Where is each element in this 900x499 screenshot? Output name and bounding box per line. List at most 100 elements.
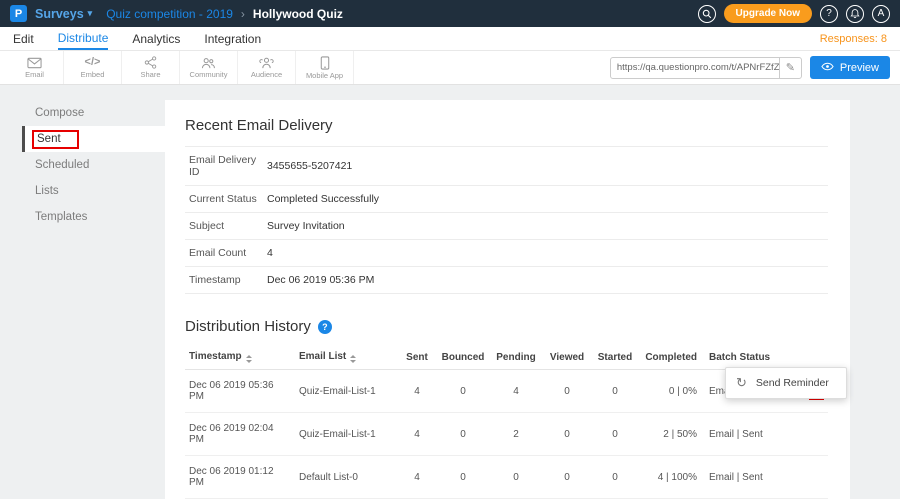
sidebar-item-lists[interactable]: Lists [22, 178, 165, 204]
breadcrumb-parent[interactable]: Quiz competition - 2019 [106, 7, 233, 21]
tool-audience-label: Audience [251, 70, 282, 79]
tool-audience[interactable]: Audience [238, 51, 296, 84]
recent-email-delivery-title: Recent Email Delivery [185, 117, 828, 134]
recent-email-delivery-title-text: Recent Email Delivery [185, 117, 333, 134]
delivery-row-id: Email Delivery ID 3455655-5207421 [185, 147, 828, 186]
sidebar-item-compose[interactable]: Compose [22, 100, 165, 126]
survey-url-group: https://qa.questionpro.com/t/APNrFZfZ' ✎… [610, 56, 894, 79]
delivery-label: Email Delivery ID [185, 147, 263, 186]
tool-embed-label: Embed [81, 70, 105, 79]
mobile-app-icon [320, 56, 330, 70]
delivery-value: Survey Invitation [263, 213, 828, 240]
row-context-menu: ↻ Send Reminder [725, 367, 847, 399]
embed-code-icon: </> [85, 56, 101, 69]
cell-sent: 4 [397, 413, 437, 456]
cell-completed: 4 | 100% [639, 456, 705, 499]
cell-sent: 4 [397, 370, 437, 413]
topbar: P Surveys ▾ Quiz competition - 2019 › Ho… [0, 0, 900, 27]
annotation-red-box-sent: Sent [32, 130, 79, 149]
delivery-detail-table: Email Delivery ID 3455655-5207421 Curren… [185, 146, 828, 294]
col-completed: Completed [639, 345, 705, 370]
col-spacer [777, 345, 805, 370]
tab-distribute[interactable]: Distribute [58, 27, 109, 50]
upgrade-now-button[interactable]: Upgrade Now [724, 4, 812, 23]
delivery-value: 4 [263, 240, 828, 267]
surveys-menu-label: Surveys [35, 7, 84, 21]
cell-spacer [777, 413, 805, 456]
sort-icon[interactable] [246, 355, 252, 363]
col-timestamp[interactable]: Timestamp [185, 345, 295, 370]
sidebar-item-templates[interactable]: Templates [22, 204, 165, 230]
tool-share-label: Share [140, 70, 160, 79]
col-email-list-label: Email List [299, 351, 346, 362]
tab-analytics[interactable]: Analytics [132, 27, 180, 50]
notifications-bell-icon[interactable] [846, 5, 864, 23]
history-help-icon[interactable]: ? [318, 320, 332, 334]
tool-embed[interactable]: </> Embed [64, 51, 122, 84]
sort-icon[interactable] [350, 355, 356, 363]
tool-share[interactable]: Share [122, 51, 180, 84]
col-viewed: Viewed [543, 345, 591, 370]
distribute-toolbar: Email </> Embed Share Community Audience… [0, 51, 900, 85]
cell-email-list: Quiz-Email-List-1 [295, 413, 397, 456]
help-icon[interactable]: ? [820, 5, 838, 23]
col-menu [805, 345, 828, 370]
avatar[interactable]: A [872, 5, 890, 23]
distribute-sidebar: Compose Sent Scheduled Lists Templates [22, 100, 165, 499]
cell-menu [805, 413, 828, 456]
search-icon[interactable] [698, 5, 716, 23]
help-glyph: ? [826, 8, 832, 19]
questionpro-logo-icon: P [10, 5, 27, 22]
section-tabs: Edit Distribute Analytics Integration Re… [0, 27, 900, 51]
survey-url-value[interactable]: https://qa.questionpro.com/t/APNrFZfZ' [611, 62, 779, 73]
sidebar-item-sent-label: Sent [37, 133, 61, 145]
delivery-value: 3455655-5207421 [263, 147, 828, 186]
col-email-list[interactable]: Email List [295, 345, 397, 370]
tool-community[interactable]: Community [180, 51, 238, 84]
responses-count[interactable]: Responses: 8 [820, 33, 887, 45]
sidebar-item-scheduled[interactable]: Scheduled [22, 152, 165, 178]
surveys-menu[interactable]: Surveys ▾ [35, 7, 92, 21]
preview-button-label: Preview [840, 62, 879, 74]
breadcrumb-current: Hollywood Quiz [253, 7, 343, 21]
cell-completed: 2 | 50% [639, 413, 705, 456]
history-row-2: Dec 06 2019 02:04 PM Quiz-Email-List-1 4… [185, 413, 828, 456]
cell-viewed: 0 [543, 413, 591, 456]
cell-started: 0 [591, 370, 639, 413]
cell-batch-status: Email | Sent [705, 413, 777, 456]
col-sent: Sent [397, 345, 437, 370]
cell-timestamp: Dec 06 2019 01:12 PM [185, 456, 295, 499]
share-icon [144, 56, 157, 69]
sidebar-item-sent[interactable]: Sent [22, 126, 165, 152]
logo-letter: P [15, 8, 22, 20]
preview-button[interactable]: Preview [810, 56, 890, 79]
col-bounced: Bounced [437, 345, 489, 370]
cell-pending: 4 [489, 370, 543, 413]
col-started: Started [591, 345, 639, 370]
col-batch-status: Batch Status [705, 345, 777, 370]
delivery-label: Email Count [185, 240, 263, 267]
delivery-row-count: Email Count 4 [185, 240, 828, 267]
delivery-label: Timestamp [185, 267, 263, 294]
edit-url-pencil-icon[interactable]: ✎ [779, 58, 801, 78]
cell-bounced: 0 [437, 413, 489, 456]
cell-bounced: 0 [437, 456, 489, 499]
survey-url-field[interactable]: https://qa.questionpro.com/t/APNrFZfZ' ✎ [610, 57, 802, 79]
tool-mobile-app-label: Mobile App [306, 71, 343, 80]
cell-menu [805, 456, 828, 499]
delivery-row-timestamp: Timestamp Dec 06 2019 05:36 PM [185, 267, 828, 294]
tab-integration[interactable]: Integration [204, 27, 261, 50]
tool-email[interactable]: Email [6, 51, 64, 84]
cell-started: 0 [591, 456, 639, 499]
history-row-3: Dec 06 2019 01:12 PM Default List-0 4 0 … [185, 456, 828, 499]
cell-viewed: 0 [543, 456, 591, 499]
cell-viewed: 0 [543, 370, 591, 413]
distribution-history-title-text: Distribution History [185, 318, 311, 335]
cell-bounced: 0 [437, 370, 489, 413]
tool-mobile-app[interactable]: Mobile App [296, 51, 354, 84]
send-reminder-item[interactable]: Send Reminder [756, 377, 829, 389]
tab-edit[interactable]: Edit [13, 27, 34, 50]
delivery-value: Completed Successfully [263, 186, 828, 213]
delivery-label: Current Status [185, 186, 263, 213]
cell-email-list: Quiz-Email-List-1 [295, 370, 397, 413]
